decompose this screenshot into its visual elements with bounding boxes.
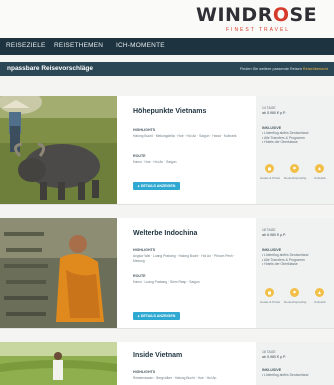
brand-bar: WINDROSE FINEST TRAVEL [0,0,334,40]
cuisine-icon [315,164,324,173]
price-text: ab 6.980 € p.P. [262,233,286,237]
trip-title[interactable]: Welterbe Indochina [133,230,197,237]
section-hint: Finden Sie weitere passende Reisen Reise… [240,67,328,71]
inclusive-item: • Hotels der Oberklasse [262,140,298,144]
trip-title[interactable]: Höhepunkte Vietnams [133,108,206,115]
page: WINDROSE FINEST TRAVEL REISEZIELE REISET… [0,0,334,385]
main-nav: REISEZIELE REISETHEMEN ICH-MOMENTE [0,38,334,55]
price-text: ab 5.980 € p.P. [262,111,286,115]
highlights-text: Angkor Wat · Luang Prabang · Halong Buch… [133,254,235,263]
trip-content: Inside Vietnam HIGHLIGHTS Reisterrassen … [126,342,251,385]
trip-sidebar: 16 TAGE ab 5.980 € p.P. INKLUSIVE • Lini… [256,342,334,385]
duration-text: 18 TAGE [262,228,276,232]
nav-ich-momente[interactable]: ICH-MOMENTE [116,42,165,49]
feature-label: Hotels & Privat [260,176,280,180]
cuisine-icon [315,288,324,297]
nav-reisethemen[interactable]: REISETHEMEN [54,42,103,49]
guide-icon [290,288,299,297]
highlights-label: HIGHLIGHTS [133,370,156,374]
price-text: ab 5.980 € p.P. [262,355,286,359]
trip-sidebar: 14 TAGE ab 5.980 € p.P. INKLUSIVE • Lini… [256,96,334,204]
trip-card: Inside Vietnam HIGHLIGHTS Reisterrassen … [0,342,334,385]
overview-link[interactable]: Reiseübersicht [303,67,328,71]
highlights-label: HIGHLIGHTS [133,128,156,132]
route-text: Hanoi · Hue · Hoi An · Saigon [133,160,177,164]
details-button[interactable]: ▸ DETAILS ANZEIGEN [133,182,181,190]
trip-card: Welterbe Indochina HIGHLIGHTS Angkor Wat… [0,218,334,329]
inclusive-label: INKLUSIVE [262,126,282,130]
trip-card: Höhepunkte Vietnams HIGHLIGHTS Halong Bu… [0,96,334,205]
trip-photo-terraces [0,342,117,385]
section-heading: npassbare Reisevorschläge Finden Sie wei… [0,62,334,76]
duration-text: 14 TAGE [262,106,276,110]
logo-compass-letter: O [272,4,290,26]
hotel-icon [265,288,274,297]
section-hint-text: Finden Sie weitere passende Reisen [239,66,302,71]
highlights-text: Halong Bucht · Mekongdelta · Hue · Hoi A… [133,134,237,138]
route-label: ROUTE [133,274,146,278]
feature-label: Deutschsprachig [284,176,307,180]
section-title: npassbare Reisevorschläge [7,65,93,72]
trip-photo-buffalo [0,96,117,204]
trip-title[interactable]: Inside Vietnam [133,352,182,359]
route-text: Hanoi · Luang Prabang · Siem Reap · Saig… [133,280,200,284]
inclusive-label: INKLUSIVE [262,368,282,372]
duration-text: 16 TAGE [262,350,276,354]
feature-label: Kulinarik [314,176,326,180]
windrose-logo[interactable]: WINDROSE [196,4,317,26]
trip-content: Höhepunkte Vietnams HIGHLIGHTS Halong Bu… [126,96,251,204]
nav-reiseziele[interactable]: REISEZIELE [6,42,46,49]
feature-label: Kulinarik [314,300,326,304]
inclusive-label: INKLUSIVE [262,248,282,252]
feature-label: Deutschsprachig [284,300,307,304]
trip-photo-monk [0,218,117,328]
inclusive-item: • Linienflug ab/bis Deutschland [262,373,309,377]
route-label: ROUTE [133,154,146,158]
trip-content: Welterbe Indochina HIGHLIGHTS Angkor Wat… [126,218,251,328]
logo-text-end: SE [289,4,318,26]
feature-label: Hotels & Privat [260,300,280,304]
details-button[interactable]: ▸ DETAILS ANZEIGEN [133,312,181,320]
highlights-label: HIGHLIGHTS [133,248,156,252]
hotel-icon [265,164,274,173]
trip-sidebar: 18 TAGE ab 6.980 € p.P. INKLUSIVE • Lini… [256,218,334,328]
inclusive-item: • Hotels der Oberklasse [262,262,298,266]
logo-tagline: FINEST TRAVEL [226,27,291,33]
highlights-text: Reisterrassen · Bergvölker · Halong Buch… [133,376,217,380]
guide-icon [290,164,299,173]
logo-text: WINDR [196,4,273,26]
